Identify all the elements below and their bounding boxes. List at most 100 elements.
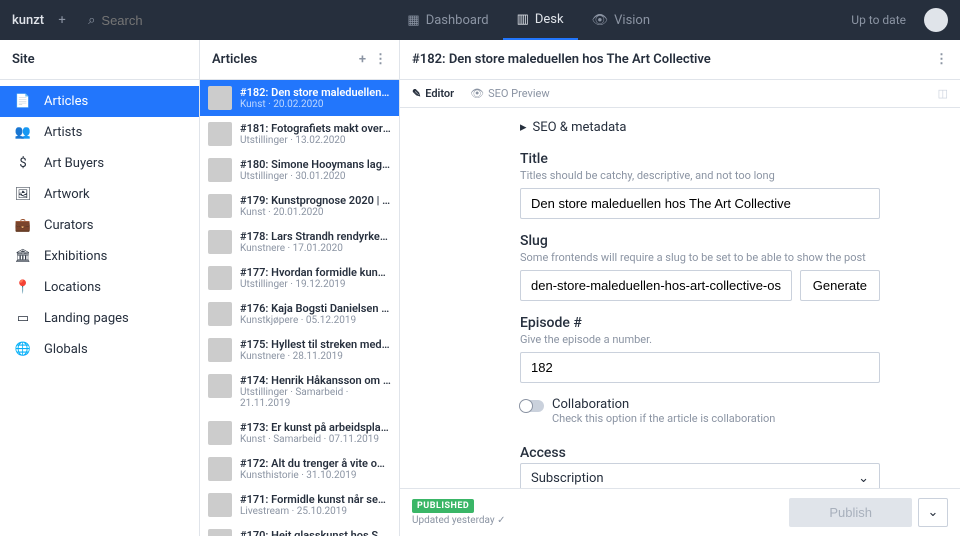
sidebar-item-curators[interactable]: 💼Curators xyxy=(0,210,199,241)
collab-toggle[interactable] xyxy=(520,400,544,412)
slug-input[interactable] xyxy=(520,270,792,301)
slug-hint: Some frontends will require a slug to be… xyxy=(520,251,880,264)
sidebar-item-artwork[interactable]: 🖼 Artwork xyxy=(0,179,199,210)
seo-expand[interactable]: ▸SEO & metadata xyxy=(520,120,960,135)
article-item[interactable]: #178: Lars Strandh rendyrker farg...Kuns… xyxy=(200,224,399,260)
sidebar-item-globals[interactable]: 🌐Globals xyxy=(0,334,199,365)
chevron-right-icon: ▸ xyxy=(520,120,527,135)
add-article-icon[interactable]: + xyxy=(359,52,366,67)
article-item[interactable]: #173: Er kunst på arbeidsplassen ...Kuns… xyxy=(200,415,399,451)
article-thumb xyxy=(208,421,232,445)
sidebar-item-landing-pages[interactable]: ▭Landing pages xyxy=(0,303,199,334)
generate-button[interactable]: Generate xyxy=(800,270,880,301)
sidebar-label: Locations xyxy=(44,280,101,295)
sidebar-item-exhibitions[interactable]: 🏛Exhibitions xyxy=(0,241,199,272)
updated-time: Updated yesterday ✓ xyxy=(412,515,505,526)
top-nav: ▦Dashboard ▥Desk 👁Vision xyxy=(393,0,664,40)
search-input[interactable] xyxy=(101,13,277,28)
sidebar-label: Globals xyxy=(44,342,88,357)
nav-desk[interactable]: ▥Desk xyxy=(503,0,578,40)
chevron-down-icon: ⌄ xyxy=(858,471,869,486)
sidebar-icon: ▭ xyxy=(14,311,32,326)
article-item[interactable]: #181: Fotografiets makt over kuns...Utst… xyxy=(200,116,399,152)
status-badge: PUBLISHED xyxy=(412,499,474,513)
article-item[interactable]: #180: Simone Hooymans lager ani...Utstil… xyxy=(200,152,399,188)
article-item[interactable]: #177: Hvordan formidle kunst til b...Uts… xyxy=(200,260,399,296)
article-title: #173: Er kunst på arbeidsplassen ... xyxy=(240,421,391,434)
article-title: #177: Hvordan formidle kunst til b... xyxy=(240,266,391,279)
vision-icon: 👁 xyxy=(592,13,609,28)
article-title: #182: Den store maleduellen hos … xyxy=(240,86,391,99)
doc-more-icon[interactable]: ⋮ xyxy=(935,52,948,67)
nav-vision[interactable]: 👁Vision xyxy=(578,0,664,40)
chevron-down-icon: ⌄ xyxy=(928,505,939,520)
sidebar-icon: 🖼 xyxy=(14,187,32,202)
topbar: kunzt + ⌕ ▦Dashboard ▥Desk 👁Vision Up to… xyxy=(0,0,960,40)
sidebar-label: Art Buyers xyxy=(44,156,104,171)
tab-editor[interactable]: ✎Editor xyxy=(412,87,454,100)
article-item[interactable]: #176: Kaja Bogsti Danielsen har sa...Kun… xyxy=(200,296,399,332)
doc-title: #182: Den store maleduellen hos The Art … xyxy=(412,52,711,67)
article-item[interactable]: #172: Alt du trenger å vite om Dad...Kun… xyxy=(200,451,399,487)
desk-icon: ▥ xyxy=(517,12,529,27)
article-item[interactable]: #174: Henrik Håkansson om natur ...Utsti… xyxy=(200,368,399,415)
access-select[interactable]: Subscription⌄ xyxy=(520,463,880,488)
article-thumb xyxy=(208,493,232,517)
sidebar-item-art-buyers[interactable]: $Art Buyers xyxy=(0,148,199,179)
publish-button[interactable]: Publish xyxy=(789,498,912,527)
article-title: #180: Simone Hooymans lager ani... xyxy=(240,158,391,171)
article-meta: Kunsthistorie · 31.10.2019 xyxy=(240,470,391,481)
sidebar-icon: 📄 xyxy=(14,94,32,109)
sidebar-label: Articles xyxy=(44,94,88,109)
article-meta: Kunstkjøpere · 05.12.2019 xyxy=(240,315,391,326)
avatar[interactable] xyxy=(924,8,948,32)
slug-label: Slug xyxy=(520,233,880,249)
article-meta: Livestream · 25.10.2019 xyxy=(240,506,391,517)
article-title: #179: Kunstprognose 2020 | KUN... xyxy=(240,194,391,207)
article-title: #175: Hyllest til streken med Kay ... xyxy=(240,338,391,351)
article-item[interactable]: #170: Heit glasskunst hos S12 Gall...Kun… xyxy=(200,523,399,536)
episode-hint: Give the episode a number. xyxy=(520,333,880,346)
nav-dashboard[interactable]: ▦Dashboard xyxy=(393,0,502,40)
collab-hint: Check this option if the article is coll… xyxy=(552,412,775,425)
article-title: #171: Formidle kunst når sex og sk... xyxy=(240,493,391,506)
article-meta: Utstillinger · 13.02.2020 xyxy=(240,135,391,146)
article-title: #172: Alt du trenger å vite om Dad... xyxy=(240,457,391,470)
more-icon[interactable]: ⋮ xyxy=(374,52,387,67)
search-box[interactable]: ⌕ xyxy=(80,9,285,32)
article-item[interactable]: #171: Formidle kunst når sex og sk...Liv… xyxy=(200,487,399,523)
tab-seo[interactable]: 👁SEO Preview xyxy=(470,87,549,100)
sidebar-label: Artwork xyxy=(44,187,90,202)
sidebar-title: Site xyxy=(12,52,35,67)
article-thumb xyxy=(208,230,232,254)
article-item[interactable]: #179: Kunstprognose 2020 | KUN...Kunst ·… xyxy=(200,188,399,224)
sync-status: Up to date xyxy=(851,13,906,27)
publish-dropdown[interactable]: ⌄ xyxy=(918,498,948,527)
article-meta: Kunst · Samarbeid · 07.11.2019 xyxy=(240,434,391,445)
pencil-icon: ✎ xyxy=(412,87,421,100)
add-icon[interactable]: + xyxy=(52,10,72,30)
eye-icon: 👁 xyxy=(470,87,484,100)
article-title: #176: Kaja Bogsti Danielsen har sa... xyxy=(240,302,391,315)
article-item[interactable]: #175: Hyllest til streken med Kay ...Kun… xyxy=(200,332,399,368)
article-meta: Utstillinger · 19.12.2019 xyxy=(240,279,391,290)
article-thumb xyxy=(208,122,232,146)
sidebar-item-artists[interactable]: 👥 Artists xyxy=(0,117,199,148)
article-title: #174: Henrik Håkansson om natur ... xyxy=(240,374,391,387)
article-thumb xyxy=(208,302,232,326)
split-view-icon[interactable]: ◫ xyxy=(938,87,948,100)
article-meta: Kunstnere · 28.11.2019 xyxy=(240,351,391,362)
article-meta: Kunstnere · 17.01.2020 xyxy=(240,243,391,254)
sidebar-item-locations[interactable]: 📍Locations xyxy=(0,272,199,303)
editor-panel: #182: Den store maleduellen hos The Art … xyxy=(400,40,960,536)
article-item[interactable]: #182: Den store maleduellen hos …Kunst ·… xyxy=(200,80,399,116)
article-thumb xyxy=(208,194,232,218)
article-thumb xyxy=(208,266,232,290)
articles-panel: Articles + ⋮ #182: Den store maleduellen… xyxy=(200,40,400,536)
sidebar-item-articles[interactable]: 📄 Articles xyxy=(0,86,199,117)
sidebar-icon: 👥 xyxy=(14,125,32,140)
episode-input[interactable] xyxy=(520,352,880,383)
title-input[interactable] xyxy=(520,188,880,219)
article-thumb xyxy=(208,529,232,536)
sidebar-label: Artists xyxy=(44,125,82,140)
